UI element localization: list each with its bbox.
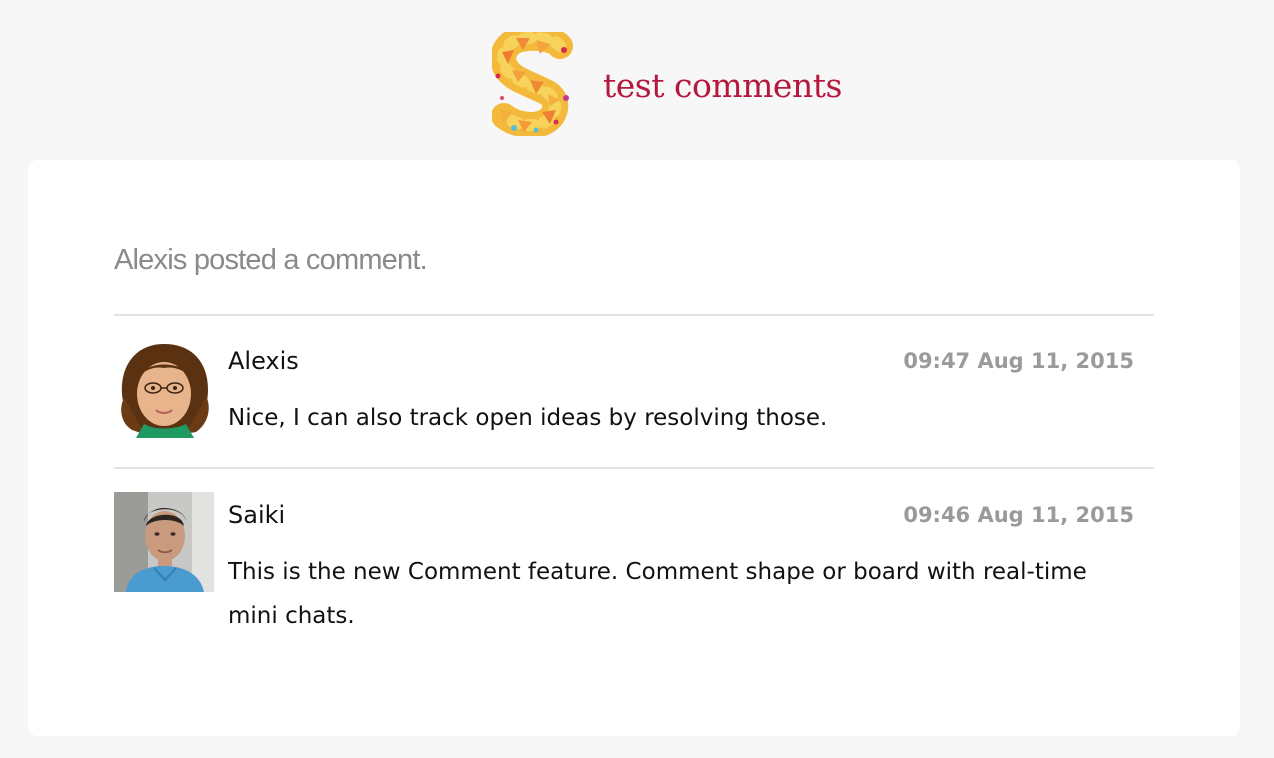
comment-timestamp: 09:47 Aug 11, 2015 bbox=[903, 349, 1134, 373]
comment-item: Saiki 09:46 Aug 11, 2015 This is the new… bbox=[114, 492, 1154, 652]
comment-author: Saiki bbox=[228, 501, 286, 529]
s-logo-icon bbox=[490, 24, 576, 138]
divider bbox=[114, 467, 1154, 469]
comment-text: Nice, I can also track open ideas by res… bbox=[228, 405, 828, 431]
avatar bbox=[114, 338, 214, 438]
comment-item: Alexis 09:47 Aug 11, 2015 Nice, I can al… bbox=[114, 338, 1154, 466]
comment-card: Alexis posted a comment. Alexis 09:47 Au… bbox=[28, 160, 1240, 736]
avatar bbox=[114, 492, 214, 592]
comment-author: Alexis bbox=[228, 347, 299, 375]
email-header: test comments bbox=[0, 0, 1274, 160]
comment-timestamp: 09:46 Aug 11, 2015 bbox=[903, 503, 1134, 527]
notification-summary: Alexis posted a comment. bbox=[114, 244, 428, 276]
board-title[interactable]: test comments bbox=[603, 64, 842, 108]
divider bbox=[114, 314, 1154, 316]
comment-text: This is the new Comment feature. Comment… bbox=[228, 559, 1087, 629]
